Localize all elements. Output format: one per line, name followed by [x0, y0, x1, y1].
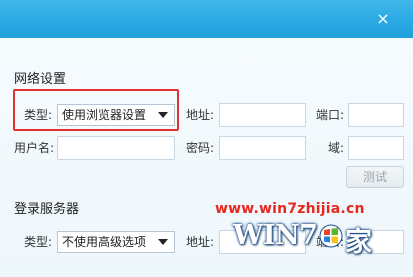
username-input[interactable]	[58, 137, 174, 159]
proxy-address-input[interactable]	[220, 104, 305, 126]
password-label: 密码:	[186, 141, 215, 155]
watermark-logo-text: WIN7	[233, 220, 318, 251]
close-icon: ×	[376, 9, 390, 28]
password-input[interactable]	[220, 137, 305, 159]
proxy-type-select[interactable]: 使用浏览器设置	[57, 104, 175, 126]
server-type-select[interactable]: 不使用高级选项	[57, 231, 175, 253]
domain-field[interactable]	[348, 136, 404, 160]
watermark-logo-suffix: 家	[345, 227, 372, 258]
server-type-label: 类型:	[24, 235, 53, 249]
proxy-port-input[interactable]	[349, 104, 403, 126]
username-label: 用户名:	[14, 141, 55, 155]
title-bar: ×	[0, 0, 413, 38]
proxy-type-label: 类型:	[24, 108, 53, 122]
network-settings-title: 网络设置	[14, 72, 67, 87]
password-field[interactable]	[219, 136, 306, 160]
login-server-title: 登录服务器	[14, 202, 80, 217]
watermark-url: www.win7zhijia.cn	[215, 201, 365, 217]
domain-input[interactable]	[349, 137, 403, 159]
proxy-port-field[interactable]	[348, 103, 404, 127]
windows-logo-icon	[319, 224, 343, 248]
proxy-port-label: 端口:	[316, 108, 345, 122]
domain-label: 域:	[328, 141, 345, 155]
chevron-down-icon	[158, 239, 168, 245]
proxy-type-value: 使用浏览器设置	[62, 108, 147, 122]
test-button[interactable]: 测试	[346, 166, 404, 188]
close-button[interactable]: ×	[372, 8, 394, 30]
watermark-logo: WIN7 家	[233, 218, 373, 260]
proxy-address-field[interactable]	[219, 103, 306, 127]
chevron-down-icon	[158, 112, 168, 118]
server-type-value: 不使用高级选项	[62, 235, 147, 249]
server-address-label: 地址:	[186, 235, 215, 249]
proxy-address-label: 地址:	[186, 108, 215, 122]
username-field[interactable]	[57, 136, 175, 160]
